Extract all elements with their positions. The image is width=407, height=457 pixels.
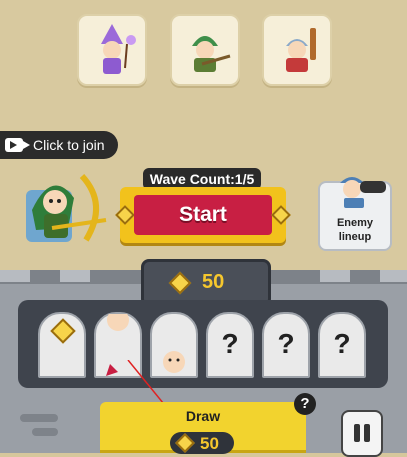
gold-amount: 50: [202, 271, 225, 293]
scout-with-binoculars-icon: [340, 177, 386, 208]
wall-merlon: [60, 270, 90, 282]
slot-1[interactable]: [38, 312, 86, 378]
hero-card-warrior[interactable]: [262, 14, 332, 86]
help-button[interactable]: ?: [294, 393, 316, 415]
pause-icon: [354, 424, 360, 442]
wall-merlon: [380, 270, 407, 282]
wall-merlon: [320, 270, 350, 282]
wall-merlon: [0, 270, 30, 282]
decor-bar: [20, 414, 58, 422]
gold-gem-icon: [168, 271, 192, 295]
archer-portrait-icon: [26, 173, 107, 242]
gold-gem-icon: [175, 433, 195, 453]
draw-label: Draw: [185, 408, 221, 424]
slot-6-unknown[interactable]: ?: [318, 312, 366, 378]
enemy-label-line1: Enemy: [336, 217, 374, 229]
draw-cost-amount: 50: [200, 434, 219, 453]
gem-icon: [50, 318, 76, 344]
wizard-hero-icon: [101, 24, 136, 74]
join-label: Click to join: [33, 137, 105, 153]
draw-button[interactable]: Draw 50: [100, 402, 306, 454]
hero-card-archer[interactable]: [170, 14, 240, 86]
slot-5-unknown[interactable]: ?: [262, 312, 310, 378]
archer-hero-icon: [192, 36, 231, 72]
hero-card-wizard[interactable]: [77, 14, 147, 86]
click-to-join-button[interactable]: Click to join: [0, 131, 118, 159]
video-camera-icon: [5, 138, 30, 152]
pause-icon: [364, 424, 370, 442]
start-label: Start: [134, 195, 272, 235]
draw-cost: 50: [170, 432, 234, 454]
decor-bar: [32, 428, 58, 436]
start-button[interactable]: Start: [115, 187, 291, 243]
enemy-lineup-button[interactable]: Enemy lineup: [318, 177, 392, 251]
warrior-hero-icon: [286, 28, 316, 72]
enemy-label-line2: lineup: [338, 231, 372, 243]
pause-button[interactable]: [341, 410, 383, 457]
